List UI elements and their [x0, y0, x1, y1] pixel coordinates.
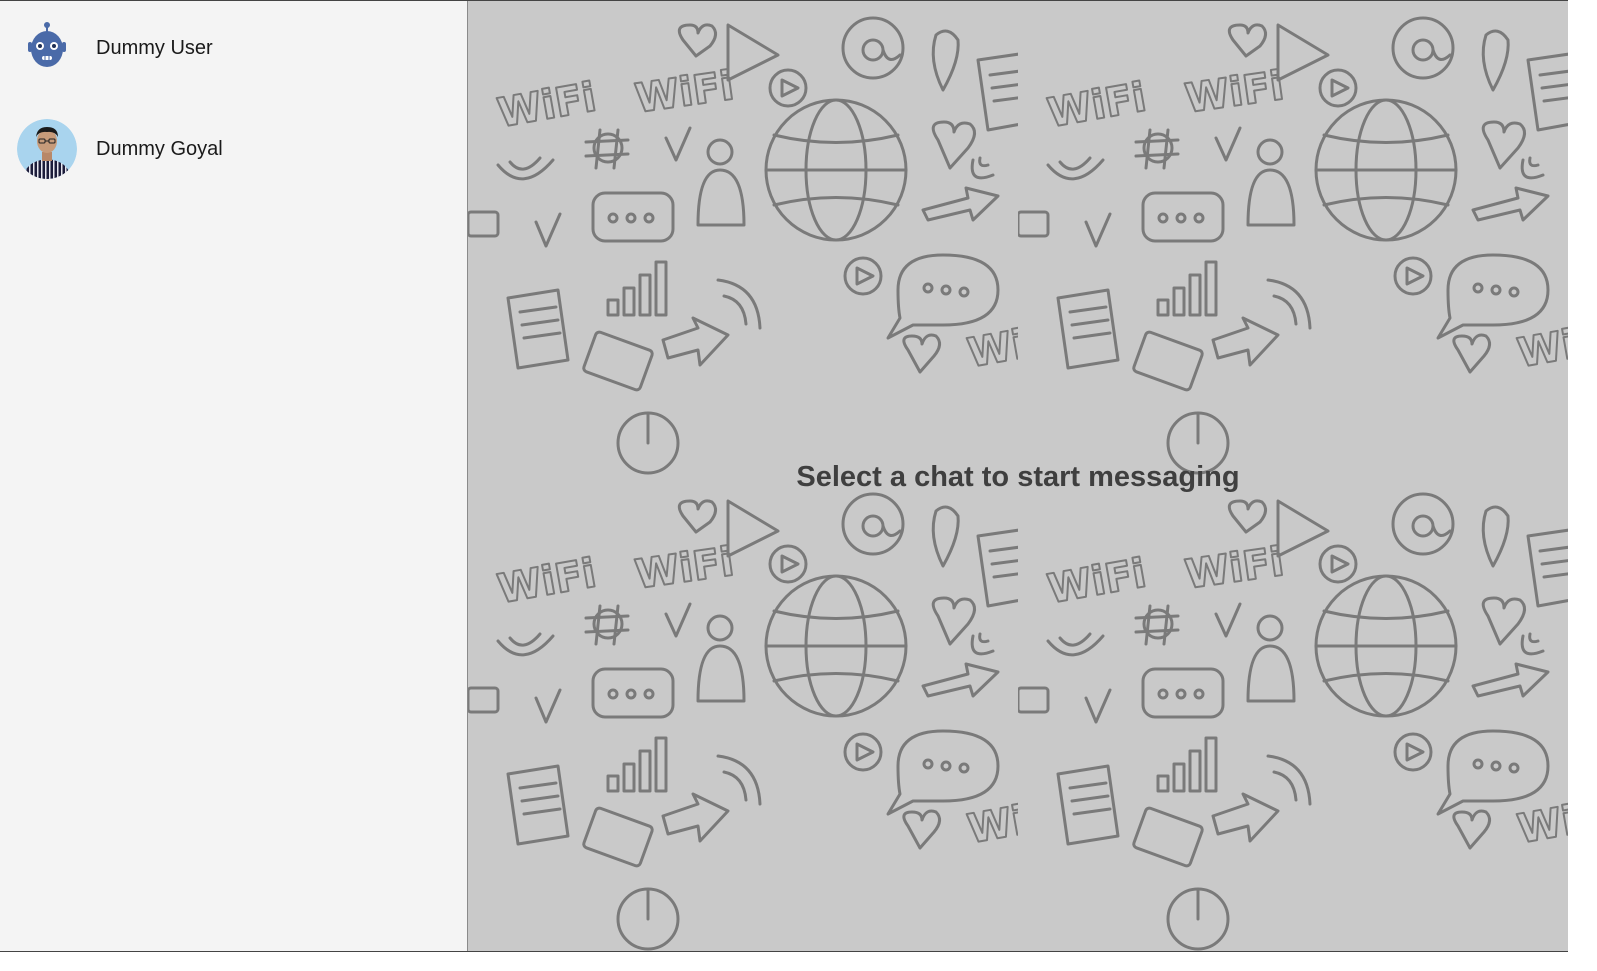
contact-item-dummy-user[interactable]: Dummy User [17, 18, 457, 78]
chat-area: WiFi WiFi WiFi [468, 1, 1568, 951]
person-photo-avatar [17, 119, 77, 179]
chat-app: Dummy User Dummy Goyal Select a chat to … [0, 0, 1568, 952]
robot-avatar-icon [17, 18, 77, 78]
contacts-sidebar: Dummy User Dummy Goyal [0, 1, 468, 951]
contact-name: Dummy Goyal [96, 137, 223, 160]
empty-chat-message: Select a chat to start messaging [796, 461, 1240, 493]
contact-item-dummy-goyal[interactable]: Dummy Goyal [17, 119, 457, 179]
contact-name: Dummy User [96, 36, 213, 59]
